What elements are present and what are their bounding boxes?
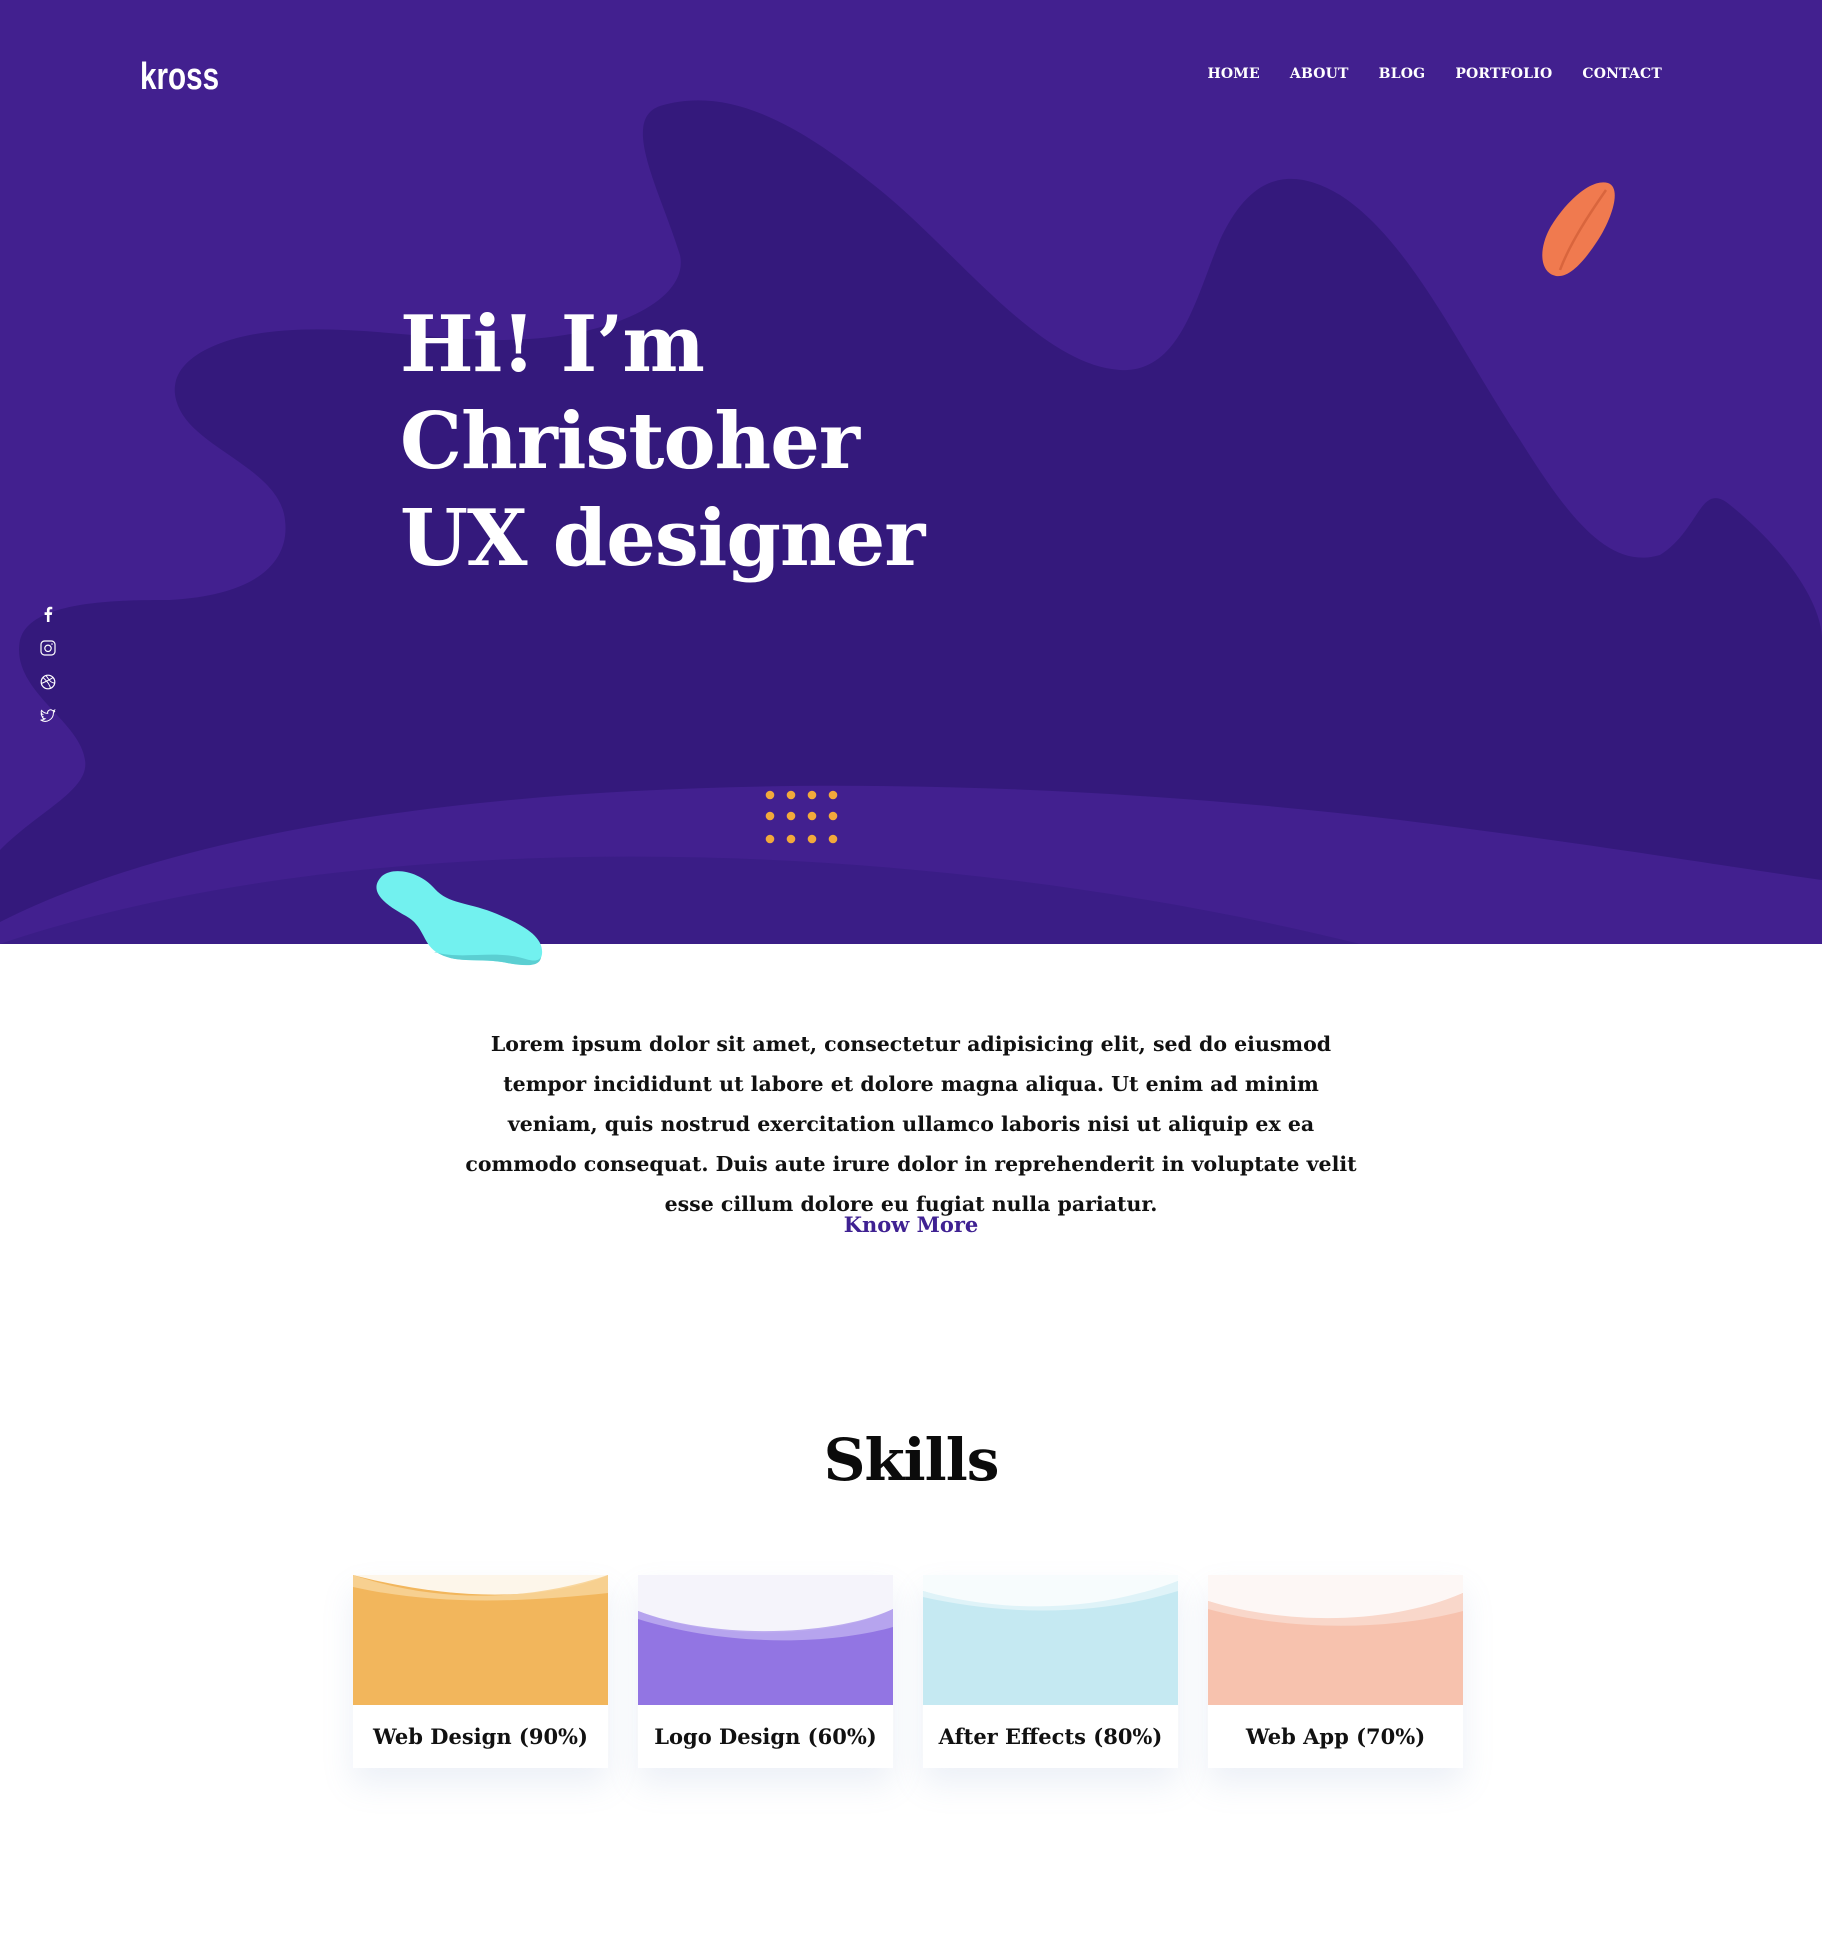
skill-card-logo-design-label: Logo Design (60%) <box>654 1724 877 1749</box>
hero-title: Hi! I’m Christoher UX designer <box>400 296 925 587</box>
skill-card-after-effects-label: After Effects (80%) <box>938 1724 1163 1749</box>
twitter-icon[interactable] <box>38 706 58 726</box>
skill-card-web-design[interactable]: Web Design (90%) <box>353 1575 608 1768</box>
page: kross HOME ABOUT BLOG PORTFOLIO CONTACT … <box>0 0 1822 1937</box>
hero-title-line-1: Hi! I’m <box>400 299 705 390</box>
skill-card-web-design-label: Web Design (90%) <box>373 1724 588 1749</box>
hero-title-line-2: Christoher <box>400 396 860 487</box>
social-links <box>38 604 58 726</box>
dribbble-icon[interactable] <box>38 672 58 692</box>
nav-blog[interactable]: BLOG <box>1379 66 1426 82</box>
nav-about[interactable]: ABOUT <box>1290 66 1349 82</box>
intro-paragraph: Lorem ipsum dolor sit amet, consectetur … <box>465 1032 1357 1216</box>
skill-card-logo-design-art <box>638 1575 893 1705</box>
know-more-wrapper: Know More <box>0 1212 1822 1237</box>
site-logo[interactable]: kross <box>140 56 219 99</box>
skills-cards: Web Design (90%) Logo Design (60%) After… <box>353 1575 1463 1768</box>
main-nav: HOME ABOUT BLOG PORTFOLIO CONTACT <box>1177 66 1662 82</box>
hero-section: kross HOME ABOUT BLOG PORTFOLIO CONTACT … <box>0 0 1822 944</box>
know-more-link[interactable]: Know More <box>844 1212 979 1237</box>
blob-decoration <box>376 871 543 966</box>
skill-card-after-effects-art <box>923 1575 1178 1705</box>
facebook-icon[interactable] <box>38 604 58 624</box>
skill-card-web-app[interactable]: Web App (70%) <box>1208 1575 1463 1768</box>
nav-home[interactable]: HOME <box>1207 66 1259 82</box>
feather-decoration <box>1542 182 1615 277</box>
skill-card-logo-design[interactable]: Logo Design (60%) <box>638 1575 893 1768</box>
hero-title-line-3: UX designer <box>400 493 925 584</box>
nav-portfolio[interactable]: PORTFOLIO <box>1455 66 1552 82</box>
dots-decoration <box>765 790 838 844</box>
skill-card-web-design-art <box>353 1575 608 1705</box>
skill-card-after-effects[interactable]: After Effects (80%) <box>923 1575 1178 1768</box>
skills-title: Skills <box>823 1426 1000 1494</box>
skill-card-web-app-label: Web App (70%) <box>1245 1724 1426 1749</box>
skill-card-web-app-art <box>1208 1575 1463 1705</box>
instagram-icon[interactable] <box>38 638 58 658</box>
nav-contact[interactable]: CONTACT <box>1582 66 1662 82</box>
